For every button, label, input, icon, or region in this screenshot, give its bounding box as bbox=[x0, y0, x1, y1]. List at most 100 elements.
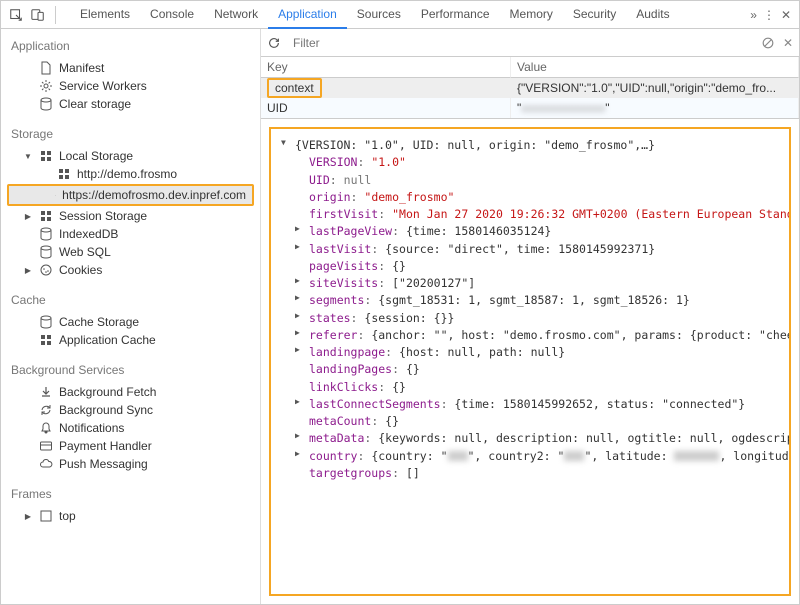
sidebar-item-label: Session Storage bbox=[59, 209, 147, 223]
caret-down-icon[interactable]: ▼ bbox=[281, 137, 291, 149]
tab-sources[interactable]: Sources bbox=[347, 1, 411, 29]
viewer-line: pageVisits: {} bbox=[281, 258, 779, 275]
viewer-line: ▶metaData: {keywords: null, description:… bbox=[281, 430, 779, 447]
col-header-key[interactable]: Key bbox=[261, 57, 511, 78]
sidebar-item-session-storage[interactable]: ▶ Session Storage bbox=[1, 207, 260, 225]
tab-network[interactable]: Network bbox=[204, 1, 268, 29]
viewer-line: ▶segments: {sgmt_18531: 1, sgmt_18587: 1… bbox=[281, 292, 779, 309]
device-toggle-icon[interactable] bbox=[27, 4, 49, 26]
grid-icon bbox=[39, 209, 53, 223]
db-icon bbox=[39, 315, 53, 329]
caret-right-icon[interactable]: ▶ bbox=[295, 292, 305, 304]
sidebar-item-label: Payment Handler bbox=[59, 439, 152, 453]
sidebar-item-clear-storage[interactable]: Clear storage bbox=[1, 95, 260, 113]
sidebar-item-label: Local Storage bbox=[59, 149, 133, 163]
viewer-line: targetgroups: [] bbox=[281, 465, 779, 482]
viewer-line: landingPages: {} bbox=[281, 361, 779, 378]
sidebar-item-label: Cookies bbox=[59, 263, 102, 277]
section-storage: Storage bbox=[1, 123, 260, 145]
sidebar-item-label: Manifest bbox=[59, 61, 104, 75]
sidebar-item-web-sql[interactable]: Web SQL bbox=[1, 243, 260, 261]
gear-icon bbox=[39, 79, 53, 93]
refresh-icon[interactable] bbox=[267, 36, 281, 50]
sidebar-item-background-sync[interactable]: Background Sync bbox=[1, 401, 260, 419]
caret-down-icon[interactable]: ▼ bbox=[23, 152, 33, 161]
sidebar-item-label: Push Messaging bbox=[59, 457, 148, 471]
sidebar-item-indexeddb[interactable]: IndexedDB bbox=[1, 225, 260, 243]
sidebar-item-label: Application Cache bbox=[59, 333, 156, 347]
filter-input[interactable] bbox=[289, 34, 753, 52]
devtools-tabs: ElementsConsoleNetworkApplicationSources… bbox=[70, 1, 750, 29]
sidebar-item-label: https://demofrosmo.dev.inpref.com bbox=[62, 188, 246, 202]
file-icon bbox=[39, 61, 53, 75]
viewer-line: ▶referer: {anchor: "", host: "demo.frosm… bbox=[281, 327, 779, 344]
sidebar-item-https-demofrosmo-dev-inpref-com[interactable]: https://demofrosmo.dev.inpref.com bbox=[9, 186, 252, 204]
sidebar-item-local-storage[interactable]: ▼ Local Storage bbox=[1, 147, 260, 165]
caret-right-icon[interactable]: ▶ bbox=[295, 448, 305, 460]
grid-icon bbox=[39, 149, 53, 163]
tab-application[interactable]: Application bbox=[268, 1, 347, 29]
caret-right-icon[interactable]: ▶ bbox=[23, 212, 33, 221]
sidebar-item-label: Service Workers bbox=[59, 79, 147, 93]
frame-icon bbox=[39, 509, 53, 523]
caret-right-icon[interactable]: ▶ bbox=[23, 512, 33, 521]
viewer-line: ▶lastVisit: {source: "direct", time: 158… bbox=[281, 241, 779, 258]
viewer-line: ▶country: {country: "", country2: "", la… bbox=[281, 448, 779, 465]
section-application: Application bbox=[1, 35, 260, 57]
value-preview: ▼{VERSION: "1.0", UID: null, origin: "de… bbox=[269, 127, 791, 596]
tab-audits[interactable]: Audits bbox=[626, 1, 679, 29]
grid-icon bbox=[55, 188, 56, 202]
close-panel-icon[interactable]: ✕ bbox=[781, 8, 791, 22]
tab-elements[interactable]: Elements bbox=[70, 1, 140, 29]
caret-right-icon[interactable]: ▶ bbox=[23, 266, 33, 275]
caret-right-icon[interactable]: ▶ bbox=[295, 223, 305, 235]
viewer-line: ▶landingpage: {host: null, path: null} bbox=[281, 344, 779, 361]
sidebar-item-background-fetch[interactable]: Background Fetch bbox=[1, 383, 260, 401]
more-tabs-icon[interactable]: » bbox=[750, 8, 757, 22]
cell-key: UID bbox=[261, 98, 511, 118]
bell-icon bbox=[39, 421, 53, 435]
caret-right-icon[interactable]: ▶ bbox=[295, 327, 305, 339]
sidebar-item-cache-storage[interactable]: Cache Storage bbox=[1, 313, 260, 331]
sidebar-item-cookies[interactable]: ▶ Cookies bbox=[1, 261, 260, 279]
caret-right-icon[interactable]: ▶ bbox=[295, 396, 305, 408]
cell-value: {"VERSION":"1.0","UID":null,"origin":"de… bbox=[511, 78, 799, 98]
tab-console[interactable]: Console bbox=[140, 1, 204, 29]
sidebar-item-label: Web SQL bbox=[59, 245, 111, 259]
col-header-value[interactable]: Value bbox=[511, 57, 799, 78]
sidebar-item-service-workers[interactable]: Service Workers bbox=[1, 77, 260, 95]
table-row[interactable]: UID"xxxxxxxxxxxxxx" bbox=[261, 98, 799, 118]
caret-right-icon[interactable]: ▶ bbox=[295, 241, 305, 253]
sidebar-item-label: IndexedDB bbox=[59, 227, 118, 241]
sidebar-item-label: Background Sync bbox=[59, 403, 153, 417]
sidebar-item-payment-handler[interactable]: Payment Handler bbox=[1, 437, 260, 455]
cell-value: "xxxxxxxxxxxxxx" bbox=[511, 98, 799, 118]
caret-right-icon[interactable]: ▶ bbox=[295, 344, 305, 356]
viewer-line: ▶lastPageView: {time: 1580146035124} bbox=[281, 223, 779, 240]
viewer-line: origin: "demo_frosmo" bbox=[281, 189, 779, 206]
table-row[interactable]: context{"VERSION":"1.0","UID":null,"orig… bbox=[261, 78, 799, 98]
section-frames: Frames bbox=[1, 483, 260, 505]
tab-security[interactable]: Security bbox=[563, 1, 626, 29]
block-icon[interactable] bbox=[761, 36, 775, 50]
viewer-line: ▶lastConnectSegments: {time: 15801459926… bbox=[281, 396, 779, 413]
sidebar-item-notifications[interactable]: Notifications bbox=[1, 419, 260, 437]
sidebar-item-push-messaging[interactable]: Push Messaging bbox=[1, 455, 260, 473]
cookie-icon bbox=[39, 263, 53, 277]
db-icon bbox=[39, 227, 53, 241]
fetch-icon bbox=[39, 385, 53, 399]
sidebar-item-application-cache[interactable]: Application Cache bbox=[1, 331, 260, 349]
sidebar-item-top[interactable]: ▶top bbox=[1, 507, 260, 525]
caret-right-icon[interactable]: ▶ bbox=[295, 275, 305, 287]
clear-icon[interactable]: ✕ bbox=[783, 36, 793, 50]
grid-icon bbox=[39, 333, 53, 347]
tab-memory[interactable]: Memory bbox=[500, 1, 563, 29]
kebab-menu-icon[interactable]: ⋮ bbox=[763, 8, 775, 22]
storage-table: Key Value context{"VERSION":"1.0","UID":… bbox=[261, 57, 799, 119]
sidebar-item-manifest[interactable]: Manifest bbox=[1, 59, 260, 77]
inspect-element-icon[interactable] bbox=[5, 4, 27, 26]
caret-right-icon[interactable]: ▶ bbox=[295, 310, 305, 322]
tab-performance[interactable]: Performance bbox=[411, 1, 500, 29]
caret-right-icon[interactable]: ▶ bbox=[295, 430, 305, 442]
sidebar-item-http-demo-frosmo[interactable]: http://demo.frosmo bbox=[1, 165, 260, 183]
